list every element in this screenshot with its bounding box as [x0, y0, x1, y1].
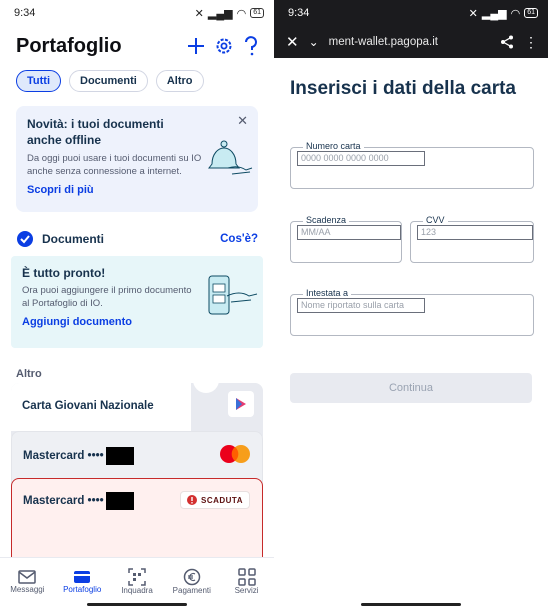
cvv-field[interactable]: CVV 123	[410, 215, 534, 263]
battery-icon: 61	[250, 8, 264, 18]
help-icon[interactable]	[242, 36, 260, 56]
euro-icon	[183, 568, 201, 585]
card-number-label: Numero carta	[303, 141, 364, 151]
banner-link[interactable]: Scopri di più	[27, 184, 248, 196]
bottom-tab-bar: Messaggi Portafoglio Inquadra Pagamenti …	[0, 557, 274, 610]
bell-illustration-icon	[208, 140, 253, 175]
chip-altro[interactable]: Altro	[155, 70, 204, 92]
phone-hand-illustration-icon	[208, 275, 258, 315]
masked-digits	[105, 447, 134, 465]
wifi-icon: ◠	[236, 7, 247, 20]
continue-button[interactable]: Continua	[290, 373, 532, 403]
qr-scan-icon	[128, 567, 146, 586]
browser-toolbar: ✕ ⌄ ment-wallet.pagopa.it ⋮	[274, 26, 548, 58]
wifi-icon: ◠	[510, 7, 521, 20]
tab-messaggi[interactable]: Messaggi	[0, 558, 54, 610]
close-icon[interactable]: ✕	[237, 113, 248, 129]
documents-info-link[interactable]: Cos'è?	[220, 233, 258, 245]
signal-icon: ▂▄▆	[207, 7, 233, 20]
expired-mastercard-title: Mastercard ••••	[23, 495, 104, 508]
chip-documenti[interactable]: Documenti	[69, 70, 148, 92]
expiry-input[interactable]: MM/AA	[297, 225, 401, 240]
expired-badge-label: SCADUTA	[200, 495, 243, 505]
offline-banner: Novità: i tuoi documenti anche offline D…	[16, 106, 258, 212]
mastercard-logo-icon	[220, 445, 250, 463]
expiry-label: Scadenza	[303, 215, 350, 225]
add-icon[interactable]	[186, 36, 206, 56]
wallet-header: Portafoglio	[0, 26, 274, 62]
home-indicator	[87, 603, 187, 606]
chevron-down-icon[interactable]: ⌄	[309, 35, 319, 49]
carta-giovani-logo-icon	[228, 391, 254, 417]
ready-body: Ora puoi aggiungere il primo documento a…	[22, 285, 192, 309]
cvv-label: CVV	[423, 215, 448, 225]
more-options-icon[interactable]: ⋮	[524, 34, 538, 51]
share-icon[interactable]	[500, 35, 514, 49]
holder-input[interactable]: Nome riportato sulla carta	[297, 298, 425, 313]
alert-icon	[186, 495, 197, 505]
card-number-field[interactable]: Numero carta 0000 0000 0000 0000	[290, 141, 534, 189]
tab-servizi[interactable]: Servizi	[220, 558, 274, 610]
mail-icon	[18, 569, 37, 584]
cvv-input[interactable]: 123	[417, 225, 533, 240]
expired-badge: SCADUTA	[179, 491, 250, 509]
masked-digits	[105, 492, 134, 510]
status-time: 9:34	[288, 7, 310, 19]
status-time: 9:34	[14, 7, 36, 19]
holder-field[interactable]: Intestata a Nome riportato sulla carta	[290, 288, 534, 336]
documents-label: Documenti	[42, 232, 105, 246]
url-bar[interactable]: ment-wallet.pagopa.it	[329, 36, 490, 48]
home-indicator	[361, 603, 461, 606]
mastercard-title: Mastercard ••••	[23, 450, 104, 463]
mute-icon: ✕	[468, 7, 478, 20]
status-bar: 9:34 ✕ ▂▄▆ ◠ 61	[274, 0, 548, 26]
banner-title: Novità: i tuoi documenti anche offline	[27, 117, 164, 147]
empty-documents-card: È tutto pronto! Ora puoi aggiungere il p…	[11, 256, 263, 348]
other-section-label: Altro	[16, 368, 42, 380]
card-number-input[interactable]: 0000 0000 0000 0000	[297, 151, 425, 166]
card-entry-screen: 9:34 ✕ ▂▄▆ ◠ 61 ✕ ⌄ ment-wallet.pagopa.i…	[274, 0, 548, 610]
grid-icon	[237, 567, 256, 586]
chip-tutti[interactable]: Tutti	[16, 70, 62, 92]
battery-icon: 61	[524, 8, 538, 18]
page-title: Inserisci i dati della carta	[290, 78, 516, 99]
expiry-field[interactable]: Scadenza MM/AA	[290, 215, 402, 263]
banner-body: Da oggi puoi usare i tuoi documenti su I…	[27, 153, 202, 177]
page-title: Portafoglio	[16, 34, 122, 57]
wallet-screen: 9:34 ✕ ▂▄▆ ◠ 61 Portafoglio Tutti Docume…	[0, 0, 274, 610]
close-icon[interactable]: ✕	[286, 33, 299, 51]
filter-chips: Tutti Documenti Altro	[0, 62, 274, 100]
verified-badge-icon	[17, 231, 33, 247]
signal-icon: ▂▄▆	[481, 7, 507, 20]
mute-icon: ✕	[194, 7, 204, 20]
holder-label: Intestata a	[303, 288, 352, 298]
gear-icon[interactable]	[214, 36, 234, 56]
youth-card-title: Carta Giovani Nazionale	[22, 400, 154, 412]
documents-section-header: Documenti Cos'è?	[0, 230, 274, 248]
wallet-icon	[74, 570, 91, 583]
status-bar: 9:34 ✕ ▂▄▆ ◠ 61	[0, 0, 274, 26]
